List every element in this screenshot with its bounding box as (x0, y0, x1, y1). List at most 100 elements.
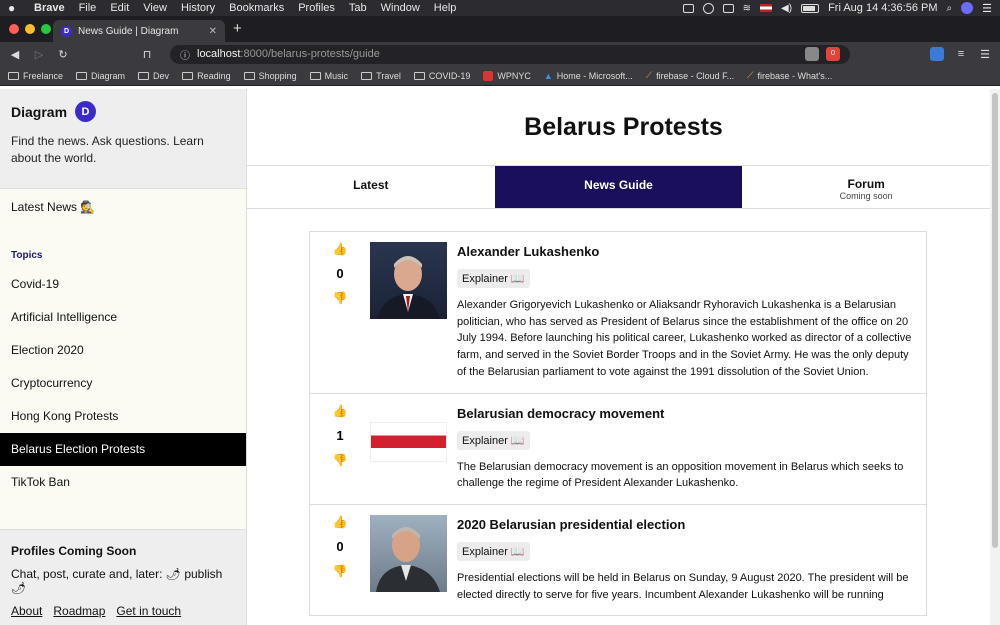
reload-icon[interactable]: ↻ (56, 48, 70, 61)
menu-icon[interactable]: ☰ (978, 48, 992, 61)
tab-latest[interactable]: Latest (247, 166, 495, 208)
bookmark-item[interactable]: WPNYC (483, 70, 531, 81)
sidebar: Diagram D Find the news. Ask questions. … (0, 89, 247, 625)
card-title[interactable]: Belarusian democracy movement (457, 406, 914, 421)
roadmap-link[interactable]: Roadmap (53, 604, 105, 618)
footer-text: Chat, post, curate and, later: 🌶 publish… (11, 567, 223, 595)
brave-shields-icon[interactable] (805, 47, 819, 61)
menu-view[interactable]: View (143, 2, 167, 14)
close-tab-icon[interactable]: ✕ (209, 26, 217, 37)
menu-tab[interactable]: Tab (349, 2, 367, 14)
explainer-badge: Explainer 📖 (457, 541, 530, 561)
bookmark-item[interactable]: Diagram (76, 71, 125, 81)
bookmark-item[interactable]: ⟋ firebase - What's... (747, 70, 832, 81)
bookmark-item[interactable]: Travel (361, 71, 401, 81)
tab-forum[interactable]: Forum Coming soon (742, 166, 990, 208)
close-window-icon[interactable] (9, 24, 19, 34)
window-manager-icon[interactable] (722, 3, 734, 13)
bookmark-item[interactable]: ▲ Home - Microsoft... (544, 71, 633, 81)
control-center-icon[interactable]: ☰ (982, 2, 992, 15)
volume-icon[interactable]: ◀) (781, 3, 792, 14)
forward-icon[interactable]: ▷ (32, 48, 46, 61)
vote-count: 0 (336, 538, 344, 554)
battery-icon[interactable] (801, 3, 820, 13)
sidebar-footer: Profiles Coming Soon Chat, post, curate … (0, 529, 246, 625)
zoom-window-icon[interactable] (41, 24, 51, 34)
browser-tab[interactable]: D News Guide | Diagram ✕ (53, 20, 225, 42)
page-title: Belarus Protests (524, 113, 723, 141)
thumbs-down-icon[interactable]: 👎 (333, 291, 348, 305)
card-title[interactable]: Alexander Lukashenko (457, 244, 914, 259)
macos-menubar: ● Brave File Edit View History Bookmarks… (0, 0, 1000, 16)
get-in-touch-link[interactable]: Get in touch (116, 604, 181, 618)
lukashenko-portrait[interactable] (370, 242, 447, 319)
dropbox-icon[interactable] (682, 3, 694, 13)
tab-title: News Guide | Diagram (78, 25, 179, 37)
firebase-icon: ⟋ (747, 70, 754, 80)
browser-toolbar: ◀ ▷ ↻ ⊓ ⓘ localhost:8000/belarus-protest… (0, 42, 1000, 66)
wifi-icon[interactable]: ≋ (743, 3, 751, 14)
bookmark-item[interactable]: Reading (182, 71, 231, 81)
thumbs-up-icon[interactable]: 👍 (333, 242, 348, 256)
page-scrollbar[interactable] (990, 89, 1000, 625)
creative-cloud-icon[interactable] (702, 2, 714, 14)
card-description: The Belarusian democracy movement is an … (457, 460, 904, 490)
sidebar-item-ai[interactable]: Artificial Intelligence (0, 301, 246, 334)
brand-name: Diagram (11, 103, 68, 120)
reading-list-icon[interactable]: ≡ (954, 48, 968, 60)
us-flag-icon[interactable] (760, 4, 773, 12)
bookmark-item[interactable]: Music (309, 71, 348, 81)
thumbs-up-icon[interactable]: 👍 (333, 404, 348, 418)
sidebar-item-tiktok[interactable]: TikTok Ban (0, 466, 246, 499)
guide-card: 👍 0 👎 2020 Belarusian presidential elect… (310, 505, 926, 615)
apple-icon[interactable]: ● (8, 1, 22, 15)
menu-app[interactable]: Brave (34, 2, 65, 14)
minimize-window-icon[interactable] (25, 24, 35, 34)
thumbs-up-icon[interactable]: 👍 (333, 515, 348, 529)
menu-edit[interactable]: Edit (110, 2, 129, 14)
main-content: Belarus Protests Latest News Guide Forum… (247, 89, 1000, 625)
sidebar-item-covid[interactable]: Covid-19 (0, 268, 246, 301)
address-bar[interactable]: ⓘ localhost:8000/belarus-protests/guide … (170, 44, 850, 64)
sidebar-item-belarus[interactable]: Belarus Election Protests (0, 433, 246, 466)
sidebar-item-election-2020[interactable]: Election 2020 (0, 334, 246, 367)
bookmark-item[interactable]: COVID-19 (413, 71, 470, 81)
bookmark-item[interactable]: Freelance (8, 71, 63, 81)
info-icon[interactable]: ⓘ (180, 47, 190, 62)
brand[interactable]: Diagram D (11, 101, 235, 122)
menu-history[interactable]: History (181, 2, 215, 14)
folder-icon (243, 71, 255, 80)
belarus-flag-image[interactable] (370, 421, 447, 462)
menu-file[interactable]: File (79, 2, 97, 14)
new-tab-icon[interactable]: + (233, 18, 242, 42)
clock[interactable]: Fri Aug 14 4:36:56 PM (828, 2, 937, 14)
user-avatar-icon[interactable] (961, 2, 974, 14)
window-controls (9, 24, 51, 34)
bookmark-item[interactable]: Shopping (243, 71, 297, 81)
folder-icon (361, 71, 373, 80)
thumbs-down-icon[interactable]: 👎 (333, 453, 348, 467)
spotlight-icon[interactable]: ⌕ (947, 3, 953, 14)
bookmark-item[interactable]: ⟋ firebase - Cloud F... (646, 70, 734, 81)
sidebar-item-hong-kong[interactable]: Hong Kong Protests (0, 400, 246, 433)
menu-profiles[interactable]: Profiles (298, 2, 335, 14)
bookmark-item[interactable]: Dev (138, 71, 169, 81)
sidebar-item-cryptocurrency[interactable]: Cryptocurrency (0, 367, 246, 400)
tab-news-guide[interactable]: News Guide (494, 166, 743, 208)
url-path: :8000/belarus-protests/guide (240, 48, 380, 60)
translate-icon[interactable] (930, 47, 944, 61)
about-link[interactable]: About (11, 604, 42, 618)
back-icon[interactable]: ◀ (8, 48, 22, 61)
scrollbar-thumb[interactable] (992, 93, 998, 548)
menu-bookmarks[interactable]: Bookmarks (229, 2, 284, 14)
card-title[interactable]: 2020 Belarusian presidential election (457, 517, 914, 532)
election-portrait[interactable] (370, 514, 447, 592)
menu-window[interactable]: Window (381, 2, 420, 14)
menu-help[interactable]: Help (434, 2, 457, 14)
brave-rewards-icon[interactable]: 0 (826, 47, 840, 61)
bookmark-icon[interactable]: ⊓ (140, 48, 154, 61)
thumbs-down-icon[interactable]: 👎 (333, 564, 348, 578)
sidebar-item-latest-news[interactable]: Latest News 🕵 (0, 191, 246, 224)
url-host: localhost (197, 48, 241, 60)
folder-icon (138, 71, 150, 80)
